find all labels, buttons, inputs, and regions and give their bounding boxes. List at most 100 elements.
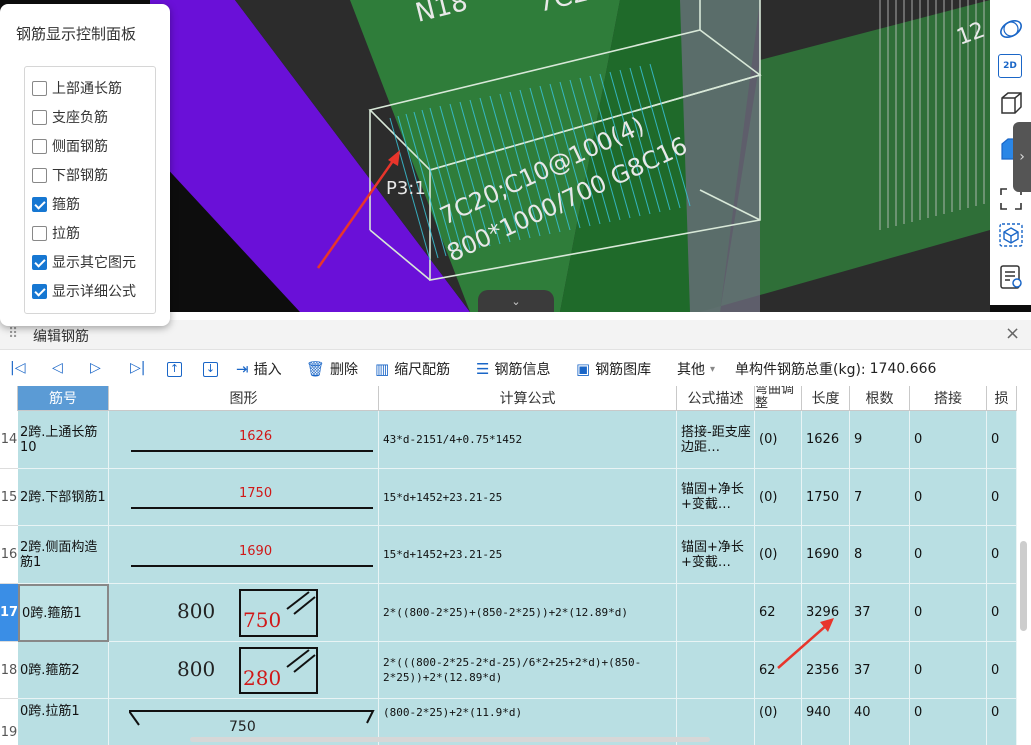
delete-button[interactable]: 🗑 删除: [306, 359, 358, 379]
scrollbar-thumb[interactable]: [1020, 541, 1027, 631]
loss-cell[interactable]: 0: [987, 411, 1017, 469]
length-cell[interactable]: 1750: [802, 469, 850, 526]
formula-cell[interactable]: 15*d+1452+23.21-25: [379, 526, 677, 584]
option-show-other-elements[interactable]: 显示其它图元: [32, 251, 136, 273]
count-cell[interactable]: 7: [850, 469, 910, 526]
formula-desc-cell[interactable]: 锚固+净长+变截…: [677, 469, 755, 526]
table-row[interactable]: 15 2跨.下部钢筋1 1750 15*d+1452+23.21-25 锚固+净…: [0, 469, 1017, 526]
first-record-icon[interactable]: |◁: [10, 360, 25, 376]
header-loss[interactable]: 损: [987, 386, 1017, 411]
drag-handle-icon[interactable]: ⠿: [8, 326, 18, 342]
close-button[interactable]: ×: [1005, 323, 1020, 344]
bend-cell[interactable]: 62: [755, 642, 802, 699]
lap-cell[interactable]: 0: [910, 526, 987, 584]
view-2d-icon[interactable]: 2D: [998, 54, 1022, 78]
bend-cell[interactable]: (0): [755, 526, 802, 584]
checkbox[interactable]: [32, 167, 47, 183]
shape-cell[interactable]: 1690: [109, 526, 379, 584]
length-cell[interactable]: 1626: [802, 411, 850, 469]
rebar-info-button[interactable]: ☰ 钢筋信息: [476, 359, 550, 379]
loss-cell[interactable]: 0: [987, 642, 1017, 699]
checkbox-checked[interactable]: [32, 283, 47, 299]
checkbox[interactable]: [32, 225, 47, 241]
cube-icon[interactable]: [998, 90, 1024, 116]
vertical-scrollbar[interactable]: [1017, 386, 1031, 745]
checkbox-checked[interactable]: [32, 196, 47, 212]
checkbox[interactable]: [32, 80, 47, 96]
horizontal-scrollbar[interactable]: [190, 737, 710, 742]
header-formula-desc[interactable]: 公式描述: [677, 386, 755, 411]
count-cell[interactable]: 37: [850, 642, 910, 699]
count-cell[interactable]: 37: [850, 584, 910, 642]
lap-cell[interactable]: 0: [910, 584, 987, 642]
option-stirrup[interactable]: 箍筋: [32, 193, 80, 215]
orbit-icon[interactable]: [998, 16, 1024, 42]
bend-cell[interactable]: (0): [755, 699, 802, 745]
last-record-icon[interactable]: ▷|: [130, 360, 145, 376]
formula-desc-cell[interactable]: [677, 584, 755, 642]
previous-record-icon[interactable]: ◁: [52, 360, 63, 376]
rebar-number-cell[interactable]: 2跨.下部钢筋1: [18, 469, 109, 526]
rebar-library-button[interactable]: ▣ 钢筋图库: [576, 359, 651, 379]
loss-cell[interactable]: 0: [987, 526, 1017, 584]
formula-cell[interactable]: 15*d+1452+23.21-25: [379, 469, 677, 526]
lap-cell[interactable]: 0: [910, 642, 987, 699]
length-cell[interactable]: 1690: [802, 526, 850, 584]
loss-cell[interactable]: 0: [987, 584, 1017, 642]
rebar-number-cell[interactable]: 0跨.箍筋2: [18, 642, 109, 699]
bend-cell[interactable]: (0): [755, 411, 802, 469]
next-record-icon[interactable]: ▷: [90, 360, 101, 376]
count-cell[interactable]: 9: [850, 411, 910, 469]
option-top-continuous-rebar[interactable]: 上部通长筋: [32, 77, 122, 99]
insert-button[interactable]: ⇥ 插入: [236, 359, 282, 379]
option-tie-bar[interactable]: 拉筋: [32, 222, 80, 244]
report-view-icon[interactable]: [998, 264, 1024, 290]
header-bend-adjust[interactable]: 弯曲调整: [755, 386, 802, 411]
bend-cell[interactable]: 62: [755, 584, 802, 642]
expand-editor-tab[interactable]: ⌄: [478, 290, 554, 312]
formula-cell[interactable]: 2*(((800-2*25-2*d-25)/6*2+25+2*d)+(850-2…: [379, 642, 677, 699]
checkbox-checked[interactable]: [32, 254, 47, 270]
other-dropdown[interactable]: 其他 ▾: [677, 359, 715, 379]
table-row[interactable]: 16 2跨.侧面构造筋1 1690 15*d+1452+23.21-25 锚固+…: [0, 526, 1017, 584]
lap-cell[interactable]: 0: [910, 411, 987, 469]
shape-cell[interactable]: 1750: [109, 469, 379, 526]
header-rebar-number[interactable]: 筋号: [18, 386, 109, 411]
formula-desc-cell[interactable]: [677, 642, 755, 699]
shape-cell[interactable]: 800 750: [109, 584, 379, 642]
scale-rebar-button[interactable]: ▥ 缩尺配筋: [375, 359, 450, 379]
option-side-rebar[interactable]: 侧面钢筋: [32, 135, 108, 157]
formula-desc-cell[interactable]: 锚固+净长+变截…: [677, 526, 755, 584]
header-count[interactable]: 根数: [850, 386, 910, 411]
box-view-icon[interactable]: [998, 222, 1024, 248]
option-bottom-rebar[interactable]: 下部钢筋: [32, 164, 108, 186]
header-length[interactable]: 长度: [802, 386, 850, 411]
checkbox[interactable]: [32, 109, 47, 125]
header-lap[interactable]: 搭接: [910, 386, 987, 411]
formula-cell[interactable]: 43*d-2151/4+0.75*1452: [379, 411, 677, 469]
formula-cell[interactable]: 2*((800-2*25)+(850-2*25))+2*(12.89*d): [379, 584, 677, 642]
move-down-icon[interactable]: ↓: [203, 360, 218, 377]
option-show-detailed-formula[interactable]: 显示详细公式: [32, 280, 136, 302]
formula-desc-cell[interactable]: 搭接-距支座边距…: [677, 411, 755, 469]
table-row-active[interactable]: 17 0跨.箍筋1 800 750 2*((800-2*25)+(850-2*2…: [0, 584, 1017, 642]
checkbox[interactable]: [32, 138, 47, 154]
table-row[interactable]: 18 0跨.箍筋2 800 280 2*(((800-2*25-2*d-25)/…: [0, 642, 1017, 699]
length-cell[interactable]: 2356: [802, 642, 850, 699]
lap-cell[interactable]: 0: [910, 699, 987, 745]
rebar-number-cell[interactable]: 0跨.箍筋1: [18, 584, 109, 642]
header-formula[interactable]: 计算公式: [379, 386, 677, 411]
lap-cell[interactable]: 0: [910, 469, 987, 526]
shape-cell[interactable]: 1626: [109, 411, 379, 469]
move-up-icon[interactable]: ↑: [167, 360, 182, 377]
loss-cell[interactable]: 0: [987, 699, 1017, 745]
bend-cell[interactable]: (0): [755, 469, 802, 526]
table-row[interactable]: 14 2跨.上通长筋10 1626 43*d-2151/4+0.75*1452 …: [0, 411, 1017, 469]
rebar-number-cell[interactable]: 2跨.上通长筋10: [18, 411, 109, 469]
rebar-number-cell[interactable]: 2跨.侧面构造筋1: [18, 526, 109, 584]
count-cell[interactable]: 40: [850, 699, 910, 745]
shape-cell[interactable]: 800 280: [109, 642, 379, 699]
header-shape[interactable]: 图形: [109, 386, 379, 411]
count-cell[interactable]: 8: [850, 526, 910, 584]
length-cell[interactable]: 940: [802, 699, 850, 745]
